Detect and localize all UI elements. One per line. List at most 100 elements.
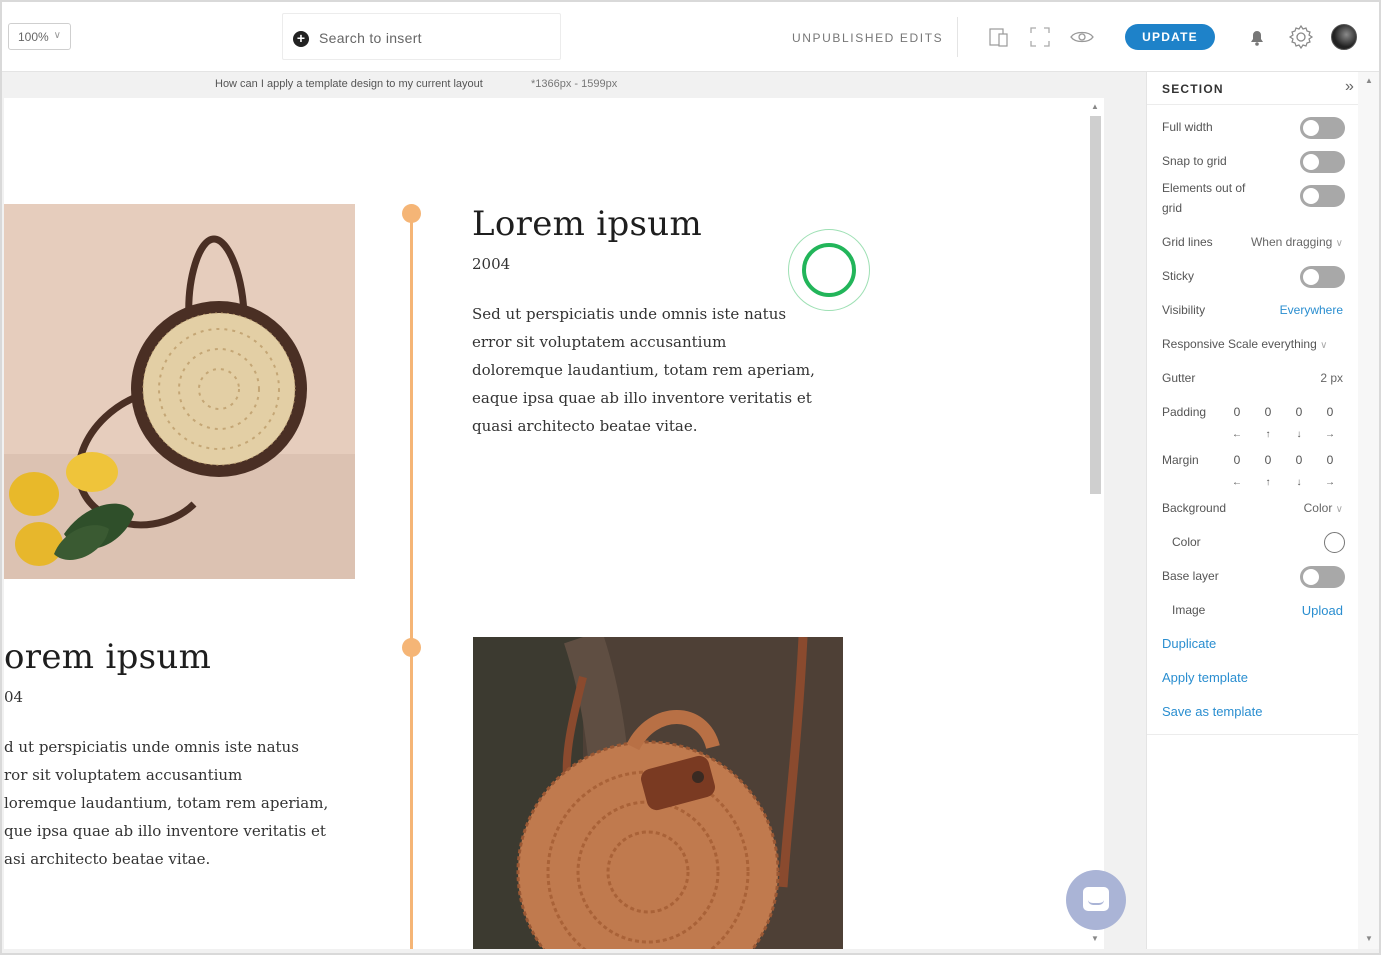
padding-bottom-input[interactable]: 0 <box>1292 405 1306 419</box>
visibility-label: Visibility <box>1162 303 1206 317</box>
block1-body[interactable]: Sed ut perspiciatis unde omnis iste natu… <box>472 300 815 440</box>
responsive-scale-select[interactable]: Responsive Scale everything ∨ <box>1162 334 1327 356</box>
block2-heading[interactable]: orem ipsum <box>4 637 211 677</box>
timeline-dot[interactable] <box>402 638 421 657</box>
arrow-down-icon: ↓ <box>1296 477 1302 488</box>
padding-top-input[interactable]: 0 <box>1261 405 1275 419</box>
zoom-value: 100% <box>18 30 49 44</box>
full-width-label: Full width <box>1162 120 1213 134</box>
margin-label: Margin <box>1162 453 1199 467</box>
body-line: quasi architecto beatae vitae. <box>472 417 698 435</box>
canvas-scrollbar[interactable]: ▲ ▼ <box>1087 98 1104 949</box>
duplicate-link[interactable]: Duplicate <box>1162 634 1216 654</box>
user-avatar[interactable] <box>1331 24 1357 50</box>
save-as-template-link[interactable]: Save as template <box>1162 702 1262 722</box>
color-label: Color <box>1172 535 1201 549</box>
snap-to-grid-label: Snap to grid <box>1162 154 1227 168</box>
panel-title: SECTION <box>1162 82 1224 96</box>
elements-out-of-grid-label: Elements out of grid <box>1162 181 1246 215</box>
info-strip: How can I apply a template design to my … <box>2 72 1146 98</box>
woven-round-bag-image[interactable] <box>473 637 843 949</box>
timeline-dot[interactable] <box>402 204 421 223</box>
color-swatch[interactable] <box>1324 532 1345 553</box>
click-highlight-indicator <box>788 229 870 311</box>
fullscreen-icon[interactable] <box>1029 26 1051 48</box>
margin-left-input[interactable]: 0 <box>1230 453 1244 467</box>
round-rattan-bag-image[interactable] <box>4 204 355 579</box>
image-label: Image <box>1172 603 1206 617</box>
chevron-down-icon: ∨ <box>53 30 61 41</box>
unpublished-edits-status[interactable]: UNPUBLISHED EDITS <box>792 31 943 45</box>
collapse-panel-icon[interactable]: » <box>1345 78 1354 96</box>
editor-canvas[interactable]: Lorem ipsum 2004 Sed ut perspiciatis und… <box>4 98 1087 949</box>
arrow-down-icon: ↓ <box>1296 429 1302 440</box>
block1-heading[interactable]: Lorem ipsum <box>472 204 702 244</box>
plus-icon: + <box>293 31 309 47</box>
base-layer-toggle[interactable] <box>1300 566 1345 588</box>
preview-eye-icon[interactable] <box>1069 26 1095 48</box>
body-line: Sed ut perspiciatis unde omnis iste natu… <box>472 305 787 323</box>
visibility-link[interactable]: Everywhere <box>1280 303 1343 317</box>
background-label: Background <box>1162 501 1227 515</box>
padding-left-input[interactable]: 0 <box>1230 405 1244 419</box>
viewport-dimensions: *1366px - 1599px <box>531 78 618 90</box>
gutter-value[interactable]: 2 px <box>1320 371 1343 385</box>
snap-to-grid-toggle[interactable] <box>1300 151 1345 173</box>
background-select[interactable]: Color ∨ <box>1304 501 1343 515</box>
search-insert-input[interactable]: + Search to insert <box>282 13 561 60</box>
arrow-up-icon: ↑ <box>1265 429 1271 440</box>
update-button[interactable]: UPDATE <box>1125 24 1215 50</box>
divider <box>1147 734 1359 735</box>
scroll-up-icon[interactable]: ▲ <box>1365 76 1373 85</box>
body-line: loremque laudantium, totam rem aperiam, <box>4 794 329 812</box>
divider <box>957 17 958 57</box>
body-line: doloremque laudantium, totam rem aperiam… <box>472 361 815 379</box>
search-placeholder: Search to insert <box>319 30 422 46</box>
body-line: que ipsa quae ab illo inventore veritati… <box>4 822 326 840</box>
margin-top-input[interactable]: 0 <box>1261 453 1275 467</box>
full-width-toggle[interactable] <box>1300 117 1345 139</box>
margin-right-input[interactable]: 0 <box>1323 453 1337 467</box>
scroll-down-icon[interactable]: ▼ <box>1091 934 1099 943</box>
block2-year[interactable]: 04 <box>4 688 23 706</box>
help-question-text[interactable]: How can I apply a template design to my … <box>215 78 483 90</box>
body-line: error sit voluptatem accusantium <box>472 333 727 351</box>
body-line: ror sit voluptatem accusantium <box>4 766 243 784</box>
grid-lines-label: Grid lines <box>1162 235 1213 249</box>
padding-label: Padding <box>1162 405 1207 419</box>
zoom-select[interactable]: 100% ∨ <box>8 23 71 50</box>
top-toolbar: 100% ∨ + Search to insert UNPUBLISHED ED… <box>2 2 1379 72</box>
arrow-left-icon: ← <box>1232 477 1242 488</box>
sticky-toggle[interactable] <box>1300 266 1345 288</box>
page-scrollbar[interactable]: ▲ ▼ <box>1358 72 1379 949</box>
grid-lines-select[interactable]: When dragging ∨ <box>1251 235 1343 249</box>
arrow-up-icon: ↑ <box>1265 477 1271 488</box>
apply-template-link[interactable]: Apply template <box>1162 668 1248 688</box>
notification-bell-icon[interactable] <box>1246 26 1268 48</box>
arrow-right-icon: → <box>1325 477 1335 488</box>
block1-year[interactable]: 2004 <box>472 255 510 273</box>
gutter-label: Gutter <box>1162 371 1196 385</box>
settings-gear-icon[interactable] <box>1288 24 1314 50</box>
upload-link[interactable]: Upload <box>1302 603 1343 618</box>
scroll-down-icon[interactable]: ▼ <box>1365 934 1373 943</box>
arrow-left-icon: ← <box>1232 429 1242 440</box>
arrow-right-icon: → <box>1325 429 1335 440</box>
section-settings-panel: SECTION » Full width Snap to grid Elemen… <box>1146 72 1359 949</box>
timeline-line <box>410 212 413 949</box>
base-layer-label: Base layer <box>1162 569 1219 583</box>
chat-support-button[interactable] <box>1066 870 1126 930</box>
chat-bubble-icon <box>1083 887 1109 911</box>
scrollbar-thumb[interactable] <box>1090 116 1101 494</box>
divider <box>1147 104 1359 105</box>
body-line: d ut perspiciatis unde omnis iste natus <box>4 738 299 756</box>
elements-out-of-grid-toggle[interactable] <box>1300 185 1345 207</box>
body-line: asi architecto beatae vitae. <box>4 850 211 868</box>
responsive-devices-icon[interactable] <box>988 26 1010 48</box>
body-line: eaque ipsa quae ab illo inventore verita… <box>472 389 812 407</box>
block2-body[interactable]: d ut perspiciatis unde omnis iste natus … <box>4 733 328 873</box>
scroll-up-icon[interactable]: ▲ <box>1091 102 1099 111</box>
margin-bottom-input[interactable]: 0 <box>1292 453 1306 467</box>
sticky-label: Sticky <box>1162 269 1195 283</box>
padding-right-input[interactable]: 0 <box>1323 405 1337 419</box>
